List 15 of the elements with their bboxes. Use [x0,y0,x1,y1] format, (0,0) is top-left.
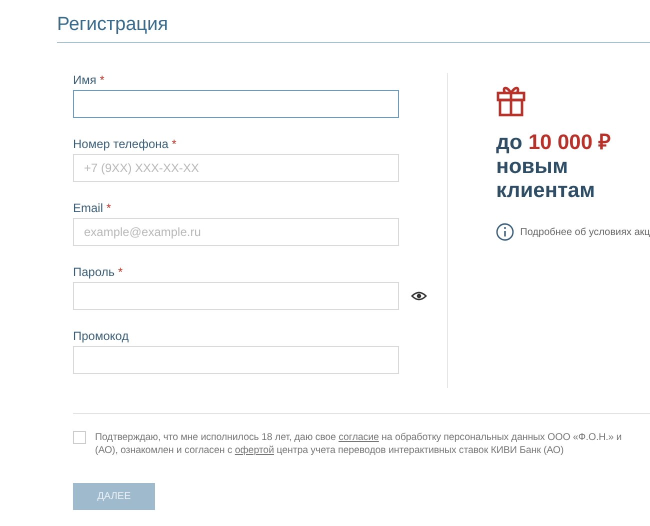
eye-icon[interactable] [411,291,427,301]
page-title: Регистрация [57,14,650,43]
field-label: Имя * [73,73,106,87]
consent-link[interactable]: офертой [234,445,274,456]
consent-checkbox[interactable] [73,431,86,444]
consent-link[interactable]: согласие [338,432,379,443]
field-label: Номер телефона * [73,137,178,151]
info-icon [496,223,514,241]
field-label: Email * [73,201,112,215]
promo-heading: до 10 000 ₽ новым клиентам [496,131,612,203]
field-label: Пароль * [73,265,124,279]
promo-details-link[interactable]: Подробнее об условиях акц [520,226,650,238]
consent-text: Подтверждаю, что мне исполнилось 18 лет, даю свое согласие на обработку персональных данных ООО «Ф.О.Н.» и (АО), ознакомлен и согласен с офертой центра учета переводов интерактивных ставок КИВИ Банк (АО) [95,431,622,457]
input-field[interactable] [73,90,399,118]
field-label: Промокод [73,329,130,343]
